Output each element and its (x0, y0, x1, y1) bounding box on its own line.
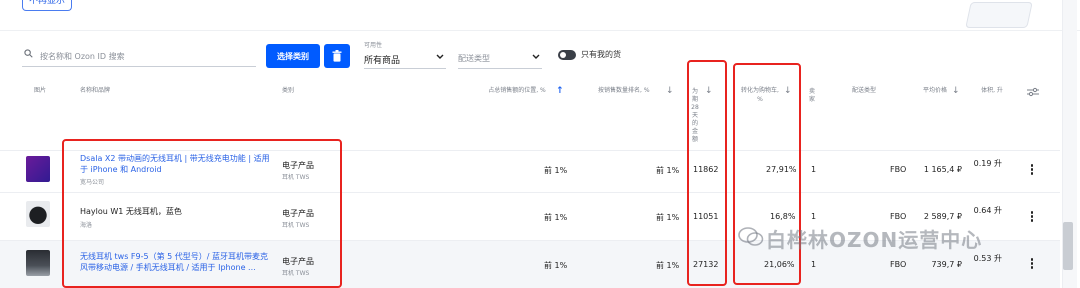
trash-icon (332, 50, 342, 62)
sort-up-icon[interactable]: ↑ (556, 86, 564, 96)
col-sellers[interactable]: 卖家 (807, 88, 817, 104)
col-avg-price[interactable]: 平均价格 (922, 86, 948, 95)
column-settings-icon[interactable] (1026, 87, 1040, 97)
chevron-down-icon (532, 54, 540, 59)
price-cell: 2 589,7 ₽ (923, 212, 962, 221)
promo-graphic (965, 2, 1033, 28)
delivery-type-placeholder: 配送类型 (458, 54, 490, 63)
col-category[interactable]: 类别 (282, 86, 294, 95)
scrollbar-thumb[interactable] (1063, 222, 1073, 270)
rank-cell: 前 1% (656, 261, 680, 270)
search-input[interactable] (38, 46, 252, 66)
availability-value: 所有商品 (364, 56, 401, 66)
search-box[interactable] (22, 44, 256, 67)
rank-cell: 前 1% (656, 213, 680, 222)
chevron-down-icon (436, 54, 444, 59)
toggle-knob (560, 52, 566, 58)
clear-button[interactable] (324, 44, 350, 68)
row-menu-icon[interactable] (1030, 164, 1034, 176)
only-mine-label: 只有我的货 (581, 50, 621, 59)
highlight-box-orders (687, 60, 727, 286)
sort-down-icon[interactable]: ↓ (666, 86, 674, 96)
availability-label: 可用性 (364, 42, 383, 49)
sellers-cell: 1 (811, 212, 817, 221)
col-image: 图片 (34, 87, 47, 94)
select-category-button[interactable]: 选择类别 (266, 44, 320, 68)
search-icon (24, 49, 33, 58)
wechat-icon (738, 227, 764, 246)
sellers-cell: 1 (811, 165, 817, 174)
price-cell: 739,7 ₽ (931, 260, 962, 269)
dismiss-button[interactable]: 不再显示 (22, 0, 72, 11)
highlight-box-products (62, 139, 342, 288)
row-menu-icon[interactable] (1030, 258, 1034, 270)
col-delivery[interactable]: 配送类型 (852, 86, 876, 95)
product-thumbnail[interactable] (26, 250, 50, 276)
share-cell: 前 1% (544, 166, 568, 175)
volume-cell: 0.19 升 (973, 159, 1002, 168)
availability-select[interactable]: 所有商品 (364, 50, 446, 69)
col-name-brand[interactable]: 名称和品牌 (80, 86, 110, 95)
price-cell: 1 165,4 ₽ (923, 165, 962, 174)
top-strip: 不再显示 (0, 0, 1080, 31)
row-menu-icon[interactable] (1030, 211, 1034, 223)
share-cell: 前 1% (544, 213, 568, 222)
rank-cell: 前 1% (656, 166, 680, 175)
col-share[interactable]: 占总销售额的位置, % (484, 86, 550, 95)
volume-cell: 0.53 升 (973, 254, 1002, 263)
sellers-cell: 1 (811, 260, 817, 269)
only-mine-toggle[interactable] (558, 50, 576, 60)
share-cell: 前 1% (544, 261, 568, 270)
product-thumbnail[interactable] (26, 201, 50, 227)
delivery-type-select[interactable]: 配送类型 (458, 50, 542, 69)
product-thumbnail[interactable] (26, 156, 50, 182)
sort-down-icon[interactable]: ↓ (952, 86, 960, 96)
watermark-text: 白桦林OZON运营中心 (766, 228, 983, 252)
col-volume[interactable]: 体积, 升 (980, 86, 1004, 95)
col-sales-rank[interactable]: 按销售数量排名, % (598, 86, 662, 95)
volume-cell: 0.64 升 (973, 206, 1002, 215)
